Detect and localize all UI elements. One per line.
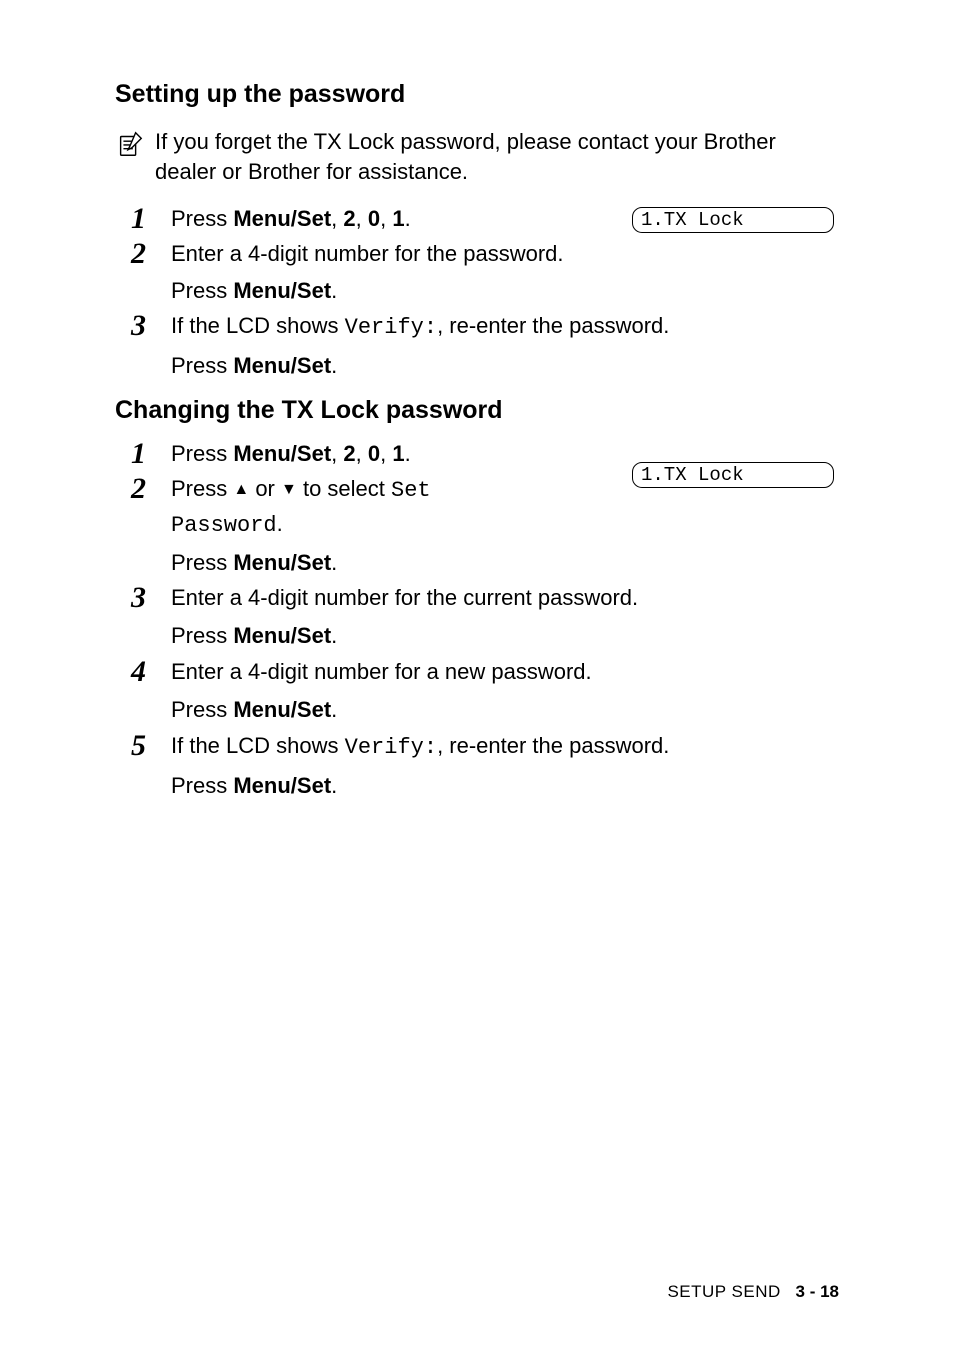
text: Enter a 4-digit number for the current p… (171, 585, 638, 610)
text: . (331, 550, 337, 575)
text: . (331, 353, 337, 378)
text: Press (171, 697, 233, 722)
note-text: If you forget the TX Lock password, plea… (155, 127, 839, 186)
lcd-display-1: 1.TX Lock (632, 207, 834, 233)
text: or (249, 476, 281, 501)
text: . (331, 623, 337, 648)
text-bold: Menu/Set (233, 550, 331, 575)
down-arrow-icon: ▼ (281, 481, 297, 498)
text: , re-enter the password. (437, 313, 669, 338)
text-bold: 0 (368, 206, 380, 231)
text-mono: Password (171, 513, 277, 538)
text-bold: Menu/Set (233, 773, 331, 798)
text: , (331, 441, 343, 466)
text: Press (171, 623, 233, 648)
text: Enter a 4-digit number for a new passwor… (171, 659, 592, 684)
text: , (331, 206, 343, 231)
text-bold: 1 (392, 441, 404, 466)
text: . (331, 278, 337, 303)
note-icon (115, 129, 147, 164)
section1-step2: 2 Enter a 4-digit number for the passwor… (131, 237, 839, 307)
text-mono: Set (391, 478, 431, 503)
section1-step3: 3 If the LCD shows Verify:, re-enter the… (131, 309, 839, 383)
heading-changing-password: Changing the TX Lock password (115, 396, 839, 425)
text: , (356, 206, 368, 231)
step-body: Enter a 4-digit number for a new passwor… (171, 655, 839, 727)
up-arrow-icon: ▲ (233, 481, 249, 498)
text-bold: Menu/Set (233, 623, 331, 648)
section2-step4: 4 Enter a 4-digit number for a new passw… (131, 655, 839, 727)
lcd-display-2: 1.TX Lock (632, 462, 834, 488)
text: Enter a 4-digit number for the password. (171, 241, 564, 266)
text-bold: Menu/Set (233, 353, 331, 378)
text-bold: 2 (343, 206, 355, 231)
text-bold: Menu/Set (233, 278, 331, 303)
step-number: 2 (131, 237, 171, 269)
section2-step5: 5 If the LCD shows Verify:, re-enter the… (131, 729, 839, 803)
heading-setting-up-password: Setting up the password (115, 80, 839, 109)
step-number: 1 (131, 437, 171, 469)
text: . (405, 206, 411, 231)
text: Press (171, 476, 233, 501)
note-block: If you forget the TX Lock password, plea… (115, 127, 839, 186)
text: . (277, 511, 283, 536)
text-bold: Menu/Set (233, 697, 331, 722)
footer-section: SETUP SEND (667, 1282, 780, 1301)
footer-page: 3 - 18 (796, 1282, 839, 1301)
text: If the LCD shows (171, 313, 345, 338)
step-body: Enter a 4-digit number for the password.… (171, 237, 839, 307)
step-number: 4 (131, 655, 171, 687)
text: Press (171, 278, 233, 303)
text: to select (297, 476, 391, 501)
text: Press (171, 550, 233, 575)
step-body: If the LCD shows Verify:, re-enter the p… (171, 729, 839, 803)
text-bold: 2 (343, 441, 355, 466)
text: Press (171, 773, 233, 798)
text: . (331, 697, 337, 722)
text: , (380, 206, 392, 231)
text: , (356, 441, 368, 466)
step-body: Enter a 4-digit number for the current p… (171, 581, 839, 653)
page-footer: SETUP SEND 3 - 18 (667, 1282, 839, 1302)
text: , re-enter the password. (437, 733, 669, 758)
step-body: If the LCD shows Verify:, re-enter the p… (171, 309, 839, 383)
step-number: 1 (131, 202, 171, 234)
text: , (380, 441, 392, 466)
text-bold: 0 (368, 441, 380, 466)
text: Press (171, 206, 233, 231)
text-mono: Verify: (345, 315, 437, 340)
text-mono: Verify: (345, 735, 437, 760)
text: . (405, 441, 411, 466)
text: . (331, 773, 337, 798)
text: If the LCD shows (171, 733, 345, 758)
text: Press (171, 353, 233, 378)
text: Press (171, 441, 233, 466)
step-number: 2 (131, 472, 171, 504)
step-number: 3 (131, 581, 171, 613)
step-number: 3 (131, 309, 171, 341)
section2-step3: 3 Enter a 4-digit number for the current… (131, 581, 839, 653)
step-number: 5 (131, 729, 171, 761)
text-bold: Menu/Set (233, 441, 331, 466)
section2-steps: 1 Press Menu/Set, 2, 0, 1. 2 Press ▲ or … (131, 437, 839, 804)
text-bold: Menu/Set (233, 206, 331, 231)
text-bold: 1 (392, 206, 404, 231)
